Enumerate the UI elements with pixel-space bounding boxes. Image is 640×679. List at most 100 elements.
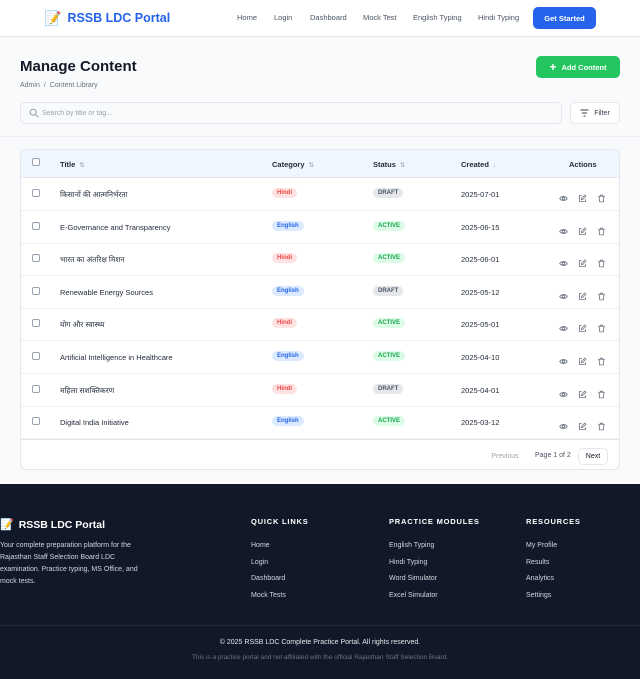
section-divider [0, 136, 640, 137]
footer-heading-practice-modules: PRACTICE MODULES [389, 517, 480, 526]
search-input[interactable] [42, 106, 542, 120]
delete-icon[interactable] [597, 223, 606, 241]
footer-link-settings[interactable]: Settings [526, 592, 551, 599]
footer-link-word-simulator[interactable]: Word Simulator [389, 575, 437, 582]
filter-button[interactable]: Filter [570, 102, 620, 124]
delete-icon[interactable] [597, 190, 606, 208]
nav-link-dashboard[interactable]: Dashboard [310, 13, 347, 22]
brand-logo[interactable]: 📝 RSSB LDC Portal [44, 10, 170, 26]
footer-link-results[interactable]: Results [526, 559, 549, 566]
filter-label: Filter [594, 109, 610, 117]
view-icon[interactable] [559, 418, 568, 436]
status-badge: ACTIVE [373, 416, 406, 427]
nav-link-hindi-typing[interactable]: Hindi Typing [478, 13, 519, 22]
column-category[interactable]: Category ⇅ [272, 160, 314, 169]
edit-icon[interactable] [578, 190, 587, 208]
footer-heading-quick-links: QUICK LINKS [251, 517, 309, 526]
table-header: Title ⇅ Category ⇅ Status ⇅ Created ↓ Action… [21, 150, 619, 178]
delete-icon[interactable] [597, 353, 606, 371]
nav-link-home[interactable]: Home [237, 13, 257, 22]
footer-copyright: © 2025 RSSB LDC Complete Practice Portal… [219, 639, 421, 646]
view-icon[interactable] [559, 386, 568, 404]
footer-link-dashboard[interactable]: Dashboard [251, 575, 285, 582]
edit-icon[interactable] [578, 320, 587, 338]
breadcrumb-admin[interactable]: Admin [20, 82, 40, 89]
column-title[interactable]: Title ⇅ [60, 160, 85, 169]
footer-link-excel-simulator[interactable]: Excel Simulator [389, 592, 438, 599]
footer-link-hindi-typing[interactable]: Hindi Typing [389, 559, 427, 566]
edit-icon[interactable] [578, 353, 587, 371]
table-row: महिला सशक्तिकरण Hindi DRAFT 2025-04-01 [21, 374, 619, 407]
row-created-date: 2025-04-01 [461, 385, 500, 395]
column-created[interactable]: Created ↓ [461, 160, 496, 169]
table-row: Renewable Energy Sources English DRAFT 2025… [21, 276, 619, 309]
status-badge: ACTIVE [373, 253, 406, 264]
row-created-date: 2025-05-12 [461, 287, 500, 297]
breadcrumb-separator: / [43, 82, 46, 89]
row-checkbox[interactable] [32, 417, 40, 426]
row-title: किसानों की आत्मनिर्भरता [60, 190, 128, 199]
row-title: Digital India Initiative [60, 418, 129, 428]
column-status[interactable]: Status ⇅ [373, 160, 405, 169]
row-title: E-Governance and Transparency [60, 222, 171, 232]
nav-link-english-typing[interactable]: English Typing [413, 13, 462, 22]
edit-icon[interactable] [578, 386, 587, 404]
edit-icon[interactable] [578, 418, 587, 436]
table-row: Artificial Intelligence in Healthcare Eng… [21, 341, 619, 374]
add-content-button[interactable]: + Add Content [536, 56, 620, 78]
table-row: किसानों की आत्मनिर्भरता Hindi DRAFT 2025-07… [21, 178, 619, 211]
get-started-button[interactable]: Get Started [533, 7, 596, 29]
row-checkbox[interactable] [32, 254, 40, 263]
select-all-checkbox[interactable] [32, 158, 40, 166]
footer-link-my-profile[interactable]: My Profile [526, 542, 557, 549]
footer-link-analytics[interactable]: Analytics [526, 575, 554, 582]
row-title: Renewable Energy Sources [60, 287, 153, 297]
view-icon[interactable] [559, 223, 568, 241]
row-checkbox[interactable] [32, 352, 40, 360]
row-created-date: 2025-05-01 [461, 320, 500, 330]
previous-page-button[interactable]: Previous [487, 448, 523, 464]
nav-link-mock-test[interactable]: Mock Test [363, 13, 397, 22]
delete-icon[interactable] [597, 255, 606, 273]
site-footer: 📝 RSSB LDC Portal Your complete preparat… [0, 484, 640, 679]
view-icon[interactable] [559, 353, 568, 371]
edit-icon[interactable] [578, 255, 587, 273]
delete-icon[interactable] [597, 288, 606, 306]
view-icon[interactable] [559, 288, 568, 306]
footer-link-login[interactable]: Login [251, 559, 268, 566]
status-badge: DRAFT [373, 383, 404, 394]
view-icon[interactable] [559, 320, 568, 338]
footer-link-english-typing[interactable]: English Typing [389, 542, 434, 549]
row-checkbox[interactable] [32, 286, 40, 295]
category-badge: Hindi [272, 188, 297, 198]
row-checkbox[interactable] [32, 189, 40, 197]
delete-icon[interactable] [597, 418, 606, 436]
nav-link-login[interactable]: Login [274, 13, 292, 22]
row-checkbox[interactable] [32, 319, 40, 328]
status-badge: ACTIVE [373, 351, 406, 361]
sort-desc-icon: ↓ [492, 162, 497, 169]
category-badge: Hindi [272, 318, 297, 329]
next-page-button[interactable]: Next [578, 448, 608, 465]
plus-icon: + [549, 60, 557, 74]
row-title: महिला सशक्तिकरण [60, 385, 115, 395]
row-checkbox[interactable] [32, 221, 40, 230]
footer-divider [0, 625, 640, 626]
edit-icon[interactable] [578, 288, 587, 306]
footer-link-home[interactable]: Home [251, 542, 270, 549]
delete-icon[interactable] [597, 386, 606, 404]
row-checkbox[interactable] [32, 384, 40, 393]
delete-icon[interactable] [597, 320, 606, 338]
sort-icon: ⇅ [399, 162, 406, 169]
breadcrumb-content-library: Content Library [49, 82, 98, 89]
view-icon[interactable] [559, 190, 568, 208]
edit-icon[interactable] [578, 223, 587, 241]
table-row: भारत का अंतरिक्ष मिशन Hindi ACTIVE 2025-06-… [21, 243, 619, 277]
filter-icon [580, 109, 589, 117]
search-icon [29, 108, 39, 118]
footer-disclaimer: This is a practice portal and not affili… [191, 654, 449, 661]
view-icon[interactable] [559, 255, 568, 273]
footer-link-mock-tests[interactable]: Mock Tests [251, 592, 286, 599]
status-badge: DRAFT [373, 188, 404, 198]
status-badge: ACTIVE [373, 220, 406, 231]
